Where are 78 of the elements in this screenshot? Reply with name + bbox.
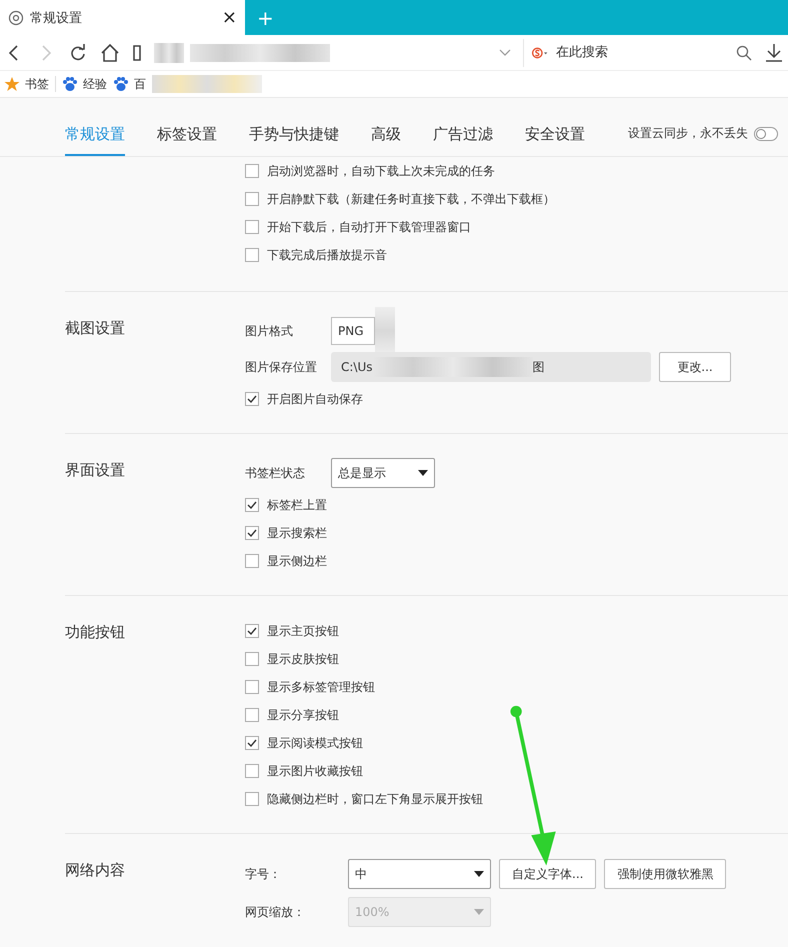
checkbox[interactable] (245, 680, 259, 694)
sync-label: 设置云同步，永不丢失 (628, 125, 748, 142)
checkbox[interactable] (245, 554, 259, 568)
checkbox[interactable] (245, 392, 259, 406)
caret-icon (474, 909, 484, 915)
section-title: 截图设置 (65, 319, 125, 337)
checkbox[interactable] (245, 220, 259, 234)
checkbox-label: 启动浏览器时，自动下载上次未完成的任务 (267, 162, 495, 180)
path-text: C:\Us (341, 360, 372, 374)
search-engine-icon[interactable] (532, 44, 548, 60)
tab-title: 常规设置 (30, 10, 83, 26)
sync-toggle[interactable] (754, 126, 778, 140)
checkbox[interactable] (245, 764, 259, 778)
checkbox[interactable] (245, 624, 259, 638)
dropdown[interactable]: 总是显示 (331, 458, 435, 488)
checkbox-label: 下载完成后播放提示音 (267, 246, 387, 264)
font-button[interactable]: 自定义字体... (499, 859, 596, 889)
change-button[interactable]: 更改... (659, 352, 731, 382)
bookmark-link[interactable]: 百 (134, 76, 146, 92)
checkbox[interactable] (245, 792, 259, 806)
star-icon (4, 76, 20, 92)
settings-tab[interactable]: 安全设置 (525, 125, 585, 156)
download-icon[interactable] (764, 42, 784, 62)
checkbox-label: 显示搜索栏 (267, 524, 327, 542)
checkbox-label: 开始下载后，自动打开下载管理器窗口 (267, 218, 471, 236)
checkbox[interactable] (245, 736, 259, 750)
search-field[interactable]: 在此搜索 (554, 44, 730, 61)
paw-icon (62, 76, 78, 92)
caret-icon (418, 470, 428, 476)
bookmark-icon[interactable] (132, 42, 142, 62)
checkbox-label: 显示侧边栏 (267, 552, 327, 570)
format-select[interactable]: PNG (331, 317, 375, 345)
settings-icon (8, 10, 24, 26)
close-tab-button[interactable]: × (222, 7, 237, 28)
checkbox[interactable] (245, 164, 259, 178)
checkbox-label: 显示分享按钮 (267, 706, 339, 724)
checkbox-label: 显示主页按钮 (267, 622, 339, 640)
field-label: 图片保存位置 (245, 358, 318, 376)
dropdown[interactable]: 中 (348, 859, 491, 889)
dropdown-icon[interactable] (499, 48, 511, 56)
search-icon[interactable] (736, 44, 752, 60)
field-label: 书签栏状态 (245, 464, 306, 482)
home-icon[interactable] (100, 42, 120, 62)
browser-tab[interactable]: 常规设置 × (0, 0, 245, 35)
checkbox[interactable] (245, 652, 259, 666)
field-label: 字号： (245, 866, 282, 882)
reload-icon[interactable] (68, 42, 88, 62)
font-button[interactable]: 强制使用微软雅黑 (604, 859, 726, 889)
settings-tab[interactable]: 手势与快捷键 (249, 125, 339, 156)
checkbox-label: 开启静默下载（新建任务时直接下载，不弹出下载框） (267, 190, 555, 208)
section-title: 网络内容 (65, 861, 125, 879)
field-label: 图片格式 (245, 322, 294, 340)
checkbox-label: 显示皮肤按钮 (267, 650, 339, 668)
checkbox-label: 标签栏上置 (267, 496, 327, 514)
caret-icon (474, 871, 484, 877)
checkbox[interactable] (245, 498, 259, 512)
checkbox-label: 隐藏侧边栏时，窗口左下角显示展开按钮 (267, 790, 483, 808)
settings-tab[interactable]: 高级 (371, 125, 401, 156)
path-text: 图 (532, 358, 544, 376)
checkbox-label: 开启图片自动保存 (267, 390, 363, 408)
redaction-block (154, 42, 184, 62)
bookmark-link[interactable]: 书签 (25, 76, 49, 92)
settings-tab[interactable]: 标签设置 (157, 125, 217, 156)
checkbox-label: 显示图片收藏按钮 (267, 762, 363, 780)
checkbox-label: 显示多标签管理按钮 (267, 678, 375, 696)
settings-tab[interactable]: 广告过滤 (433, 125, 493, 156)
paw-icon (113, 76, 129, 92)
field-label: 网页缩放： (245, 904, 306, 920)
path-field[interactable]: C:\Us 图 (331, 352, 651, 382)
bookmark-link[interactable]: 经验 (83, 76, 107, 92)
checkbox[interactable] (245, 526, 259, 540)
redaction-block (375, 307, 395, 355)
checkbox[interactable] (245, 248, 259, 262)
section-title: 界面设置 (65, 461, 125, 479)
checkbox[interactable] (245, 192, 259, 206)
checkbox[interactable] (245, 708, 259, 722)
section-title: 功能按钮 (65, 623, 125, 641)
checkbox-label: 显示阅读模式按钮 (267, 734, 363, 752)
